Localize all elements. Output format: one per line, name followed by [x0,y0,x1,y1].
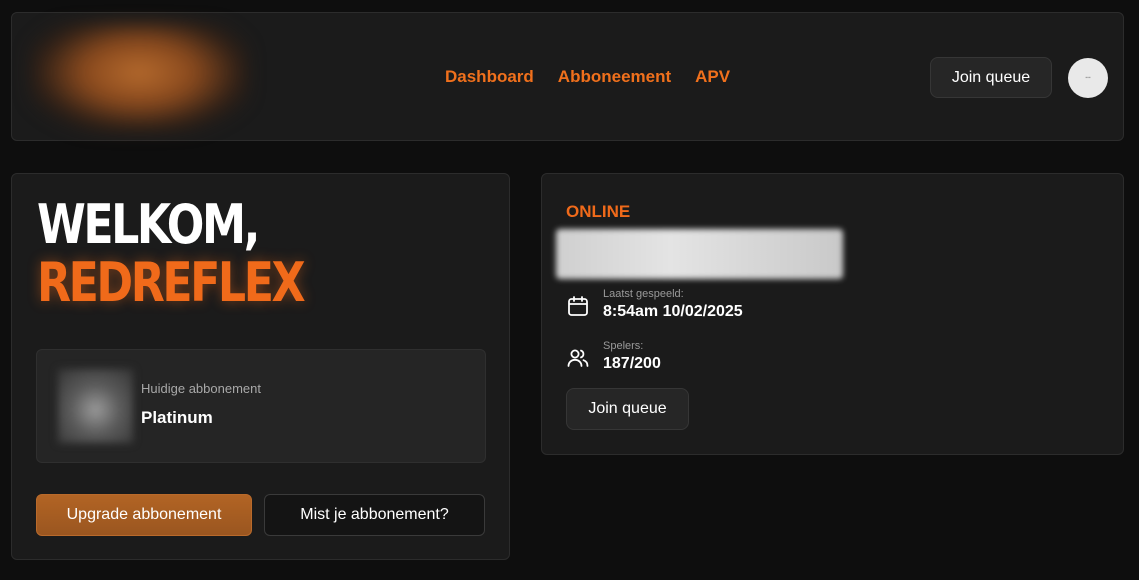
players-row: Spelers: 187/200 [566,340,661,373]
welcome-username: REDREFLEX [37,251,306,314]
last-played-row: Laatst gespeeld: 8:54am 10/02/2025 [566,288,743,321]
users-icon [567,349,589,367]
missing-subscription-button[interactable]: Mist je abbonement? [264,494,485,536]
server-name-redacted [556,229,843,279]
subscription-value: Platinum [141,408,213,427]
subscription-image [58,369,133,443]
last-played-label: Laatst gespeeld: [603,288,684,300]
avatar-mark: ▪▪▪ [1085,75,1091,81]
logo[interactable] [29,23,249,133]
server-card: ONLINE Laatst gespeeld: 8:54am 10/02/202… [541,173,1124,455]
welcome-heading: WELKOM, REDREFLEX [37,193,306,314]
players-value: 187/200 [603,355,661,372]
nav-link-dashboard[interactable]: Dashboard [445,67,534,87]
nav-link-apv[interactable]: APV [695,67,730,87]
upgrade-subscription-button[interactable]: Upgrade abbonement [36,494,252,536]
top-navbar: Dashboard Abboneement APV Join queue ▪▪▪ [11,12,1124,141]
avatar[interactable]: ▪▪▪ [1068,58,1108,98]
join-queue-button[interactable]: Join queue [930,57,1052,98]
players-text: Spelers: 187/200 [603,340,661,373]
last-played-value: 8:54am 10/02/2025 [603,303,743,320]
subscription-label: Huidige abbonement [141,381,261,396]
welcome-greeting: WELKOM, [37,193,260,256]
nav-links: Dashboard Abboneement APV [445,67,730,87]
server-status: ONLINE [566,202,631,221]
welcome-card: WELKOM, REDREFLEX Huidige abbonement Pla… [11,173,510,560]
subscription-panel: Huidige abbonement Platinum [36,349,486,463]
server-join-queue-button[interactable]: Join queue [566,388,689,430]
calendar-icon [568,296,588,316]
last-played-text: Laatst gespeeld: 8:54am 10/02/2025 [603,288,743,321]
nav-link-abboneement[interactable]: Abboneement [558,67,671,87]
players-label: Spelers: [603,340,644,352]
